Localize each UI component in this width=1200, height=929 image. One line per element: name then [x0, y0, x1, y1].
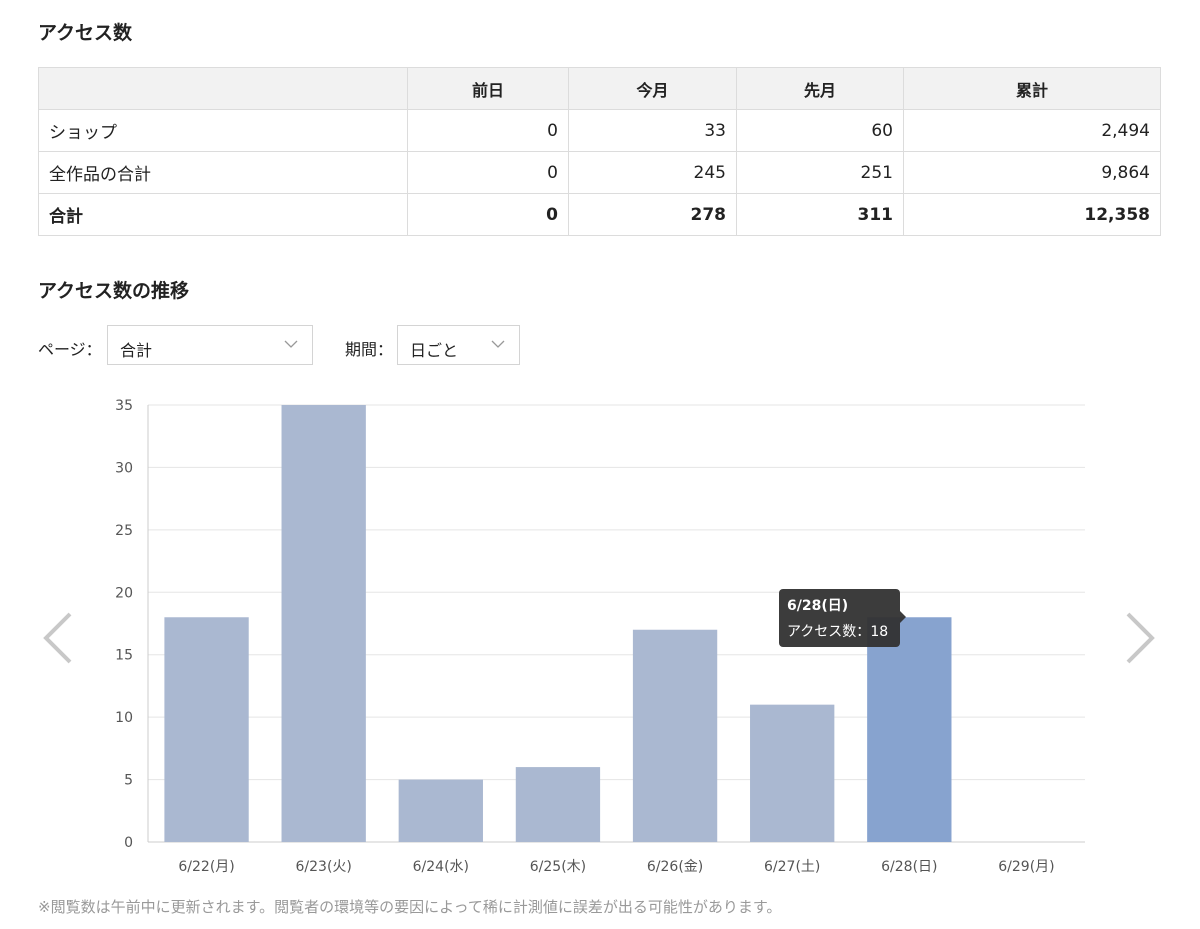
x-tick-label: 6/24(水)	[413, 859, 469, 875]
column-header-cumulative: 累計	[903, 67, 1161, 110]
x-tick-label: 6/26(金)	[647, 859, 703, 875]
table-row-all-works: 全作品の合計 0 245 251 9,864	[38, 151, 1161, 194]
chart-bar	[515, 767, 601, 842]
page-select-value: 合計	[120, 341, 153, 360]
y-tick-label: 25	[115, 523, 133, 539]
y-tick-label: 30	[115, 460, 133, 476]
y-tick-label: 5	[124, 773, 133, 789]
cell-this-month: 278	[568, 193, 737, 236]
y-tick-label: 20	[115, 585, 133, 601]
cell-cumulative: 12,358	[903, 193, 1161, 236]
access-trend-title: アクセス数の推移	[38, 280, 190, 302]
tooltip-date: 6/28(日)	[787, 598, 849, 614]
period-select-value: 日ごと	[410, 341, 459, 360]
page-filter-label: ページ：	[38, 340, 102, 359]
x-tick-label: 6/27(土)	[764, 859, 820, 875]
tooltip-pointer	[900, 611, 906, 623]
column-header-last-month: 先月	[736, 67, 904, 110]
tooltip-row: アクセス数：18	[787, 621, 892, 641]
cell-last-month: 60	[736, 109, 904, 152]
cell-this-month: 33	[568, 109, 737, 152]
row-label: ショップ	[38, 109, 408, 152]
period-select[interactable]: 日ごと	[397, 325, 520, 365]
row-label: 全作品の合計	[38, 151, 408, 194]
cell-cumulative: 2,494	[903, 109, 1161, 152]
column-header	[38, 67, 408, 110]
period-filter-label: 期間：	[345, 340, 394, 359]
cell-prev-day: 0	[407, 193, 569, 236]
y-tick-label: 15	[115, 648, 133, 664]
chart-bar	[164, 617, 249, 842]
y-tick-label: 35	[115, 398, 133, 414]
footnote: ※閲覧数は午前中に更新されます。閲覧者の環境等の要因によって稀に計測値に誤差が出…	[38, 898, 782, 916]
cell-last-month: 311	[736, 193, 904, 236]
cell-prev-day: 0	[407, 109, 569, 152]
x-tick-label: 6/23(火)	[296, 859, 352, 875]
x-tick-label: 6/28(日)	[881, 859, 937, 875]
y-tick-label: 10	[115, 710, 133, 726]
access-count-title: アクセス数	[38, 22, 133, 44]
table-row-total: 合計 0 278 311 12,358	[38, 193, 1161, 236]
access-trend-chart: 0 5 10 15 20 25 30 35 6/22(月) 6/23(火) 6/24(水) 6/25(…	[115, 398, 1085, 875]
chart-tooltip: 6/28(日) アクセス数：18	[779, 589, 906, 647]
chart-bar	[750, 704, 835, 842]
column-header-this-month: 今月	[568, 67, 737, 110]
column-header-prev-day: 前日	[407, 67, 569, 110]
chevron-down-icon	[491, 340, 505, 348]
cell-cumulative: 9,864	[903, 151, 1161, 194]
x-tick-label: 6/25(木)	[530, 859, 586, 875]
chart-bar	[867, 617, 952, 842]
chart-bar	[398, 779, 483, 842]
page-select[interactable]: 合計	[107, 325, 313, 365]
table-row-shop: ショップ 0 33 60 2,494	[38, 109, 1161, 152]
x-tick-label: 6/29(月)	[998, 859, 1054, 875]
chevron-down-icon	[284, 340, 298, 348]
y-tick-label: 0	[124, 835, 133, 851]
chart-bar	[281, 405, 366, 842]
table-header-row: 前日 今月 先月 累計	[38, 67, 1161, 110]
tooltip-value: 18	[870, 624, 889, 640]
cell-last-month: 251	[736, 151, 904, 194]
cell-this-month: 245	[568, 151, 737, 194]
access-stats-table: 前日 今月 先月 累計 ショップ 0 33 60 2,494 全作品の合計 0 …	[38, 67, 1161, 236]
x-tick-label: 6/22(月)	[178, 859, 234, 875]
chart-bar	[632, 629, 718, 842]
row-label: 合計	[38, 193, 408, 236]
tooltip-series-label: アクセス数：	[787, 624, 871, 640]
cell-prev-day: 0	[407, 151, 569, 194]
